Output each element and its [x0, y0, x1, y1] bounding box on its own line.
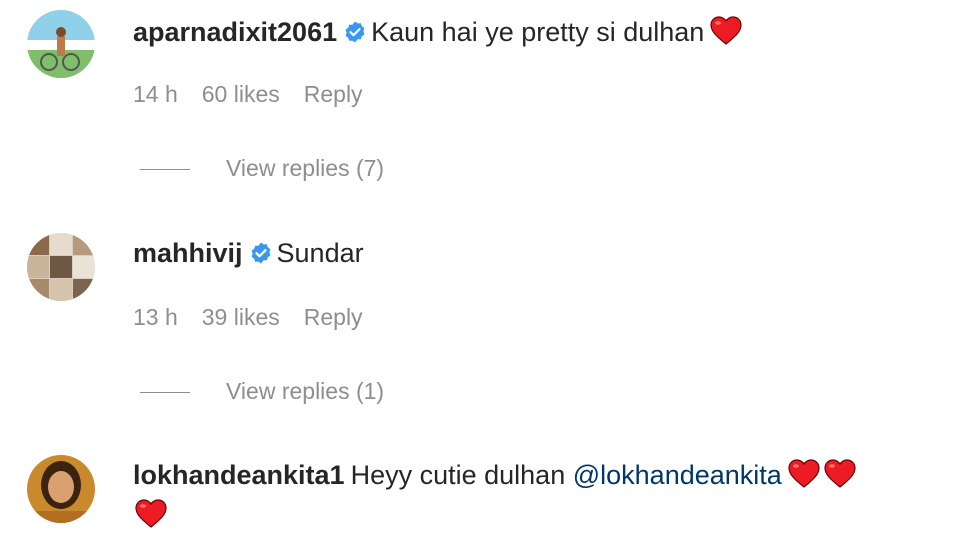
reply-button[interactable]: Reply: [304, 81, 363, 107]
comment-body: Heyy cutie dulhan: [350, 460, 566, 490]
username[interactable]: aparnadixit2061: [133, 17, 337, 47]
view-replies-button[interactable]: View replies (1): [140, 376, 384, 406]
red-heart-emoji-icon: [710, 16, 742, 45]
username[interactable]: mahhivij: [133, 238, 243, 268]
avatar[interactable]: [27, 10, 95, 78]
comment-time: 14 h: [133, 81, 178, 107]
comment-text-line: mahhivij Sundar: [133, 233, 364, 273]
comment-body: Sundar: [276, 238, 364, 268]
divider-line: [140, 392, 190, 394]
reply-button[interactable]: Reply: [304, 304, 363, 330]
red-heart-emoji-icon: [824, 459, 856, 488]
comment-meta: 14 h 60 likes Reply: [133, 79, 387, 109]
red-heart-emoji-icon: [788, 459, 820, 488]
likes-count[interactable]: 39 likes: [202, 304, 280, 330]
comment-text-line: lokhandeankita1 Heyy cutie dulhan @lokhan…: [133, 455, 856, 495]
verified-badge-icon: [345, 21, 365, 43]
avatar[interactable]: [27, 233, 95, 301]
divider-line: [140, 169, 190, 171]
view-replies-label: View replies (7): [226, 155, 385, 181]
verified-badge-icon: [251, 242, 270, 264]
username[interactable]: lokhandeankita1: [133, 460, 345, 490]
comment-text-line: aparnadixit2061 Kaun hai ye pretty si dul…: [133, 12, 742, 52]
comment-text-line-wrap: [135, 495, 167, 535]
likes-count[interactable]: 60 likes: [202, 81, 280, 107]
avatar[interactable]: [27, 455, 95, 523]
view-replies-button[interactable]: View replies (7): [140, 153, 384, 183]
view-replies-label: View replies (1): [226, 378, 385, 404]
comment-meta: 13 h 39 likes Reply: [133, 302, 387, 332]
comment-body: Kaun hai ye pretty si dulhan: [371, 17, 705, 47]
comment-time: 13 h: [133, 304, 178, 330]
mention-link[interactable]: @lokhandeankita: [573, 460, 782, 490]
red-heart-emoji-icon: [135, 499, 167, 528]
